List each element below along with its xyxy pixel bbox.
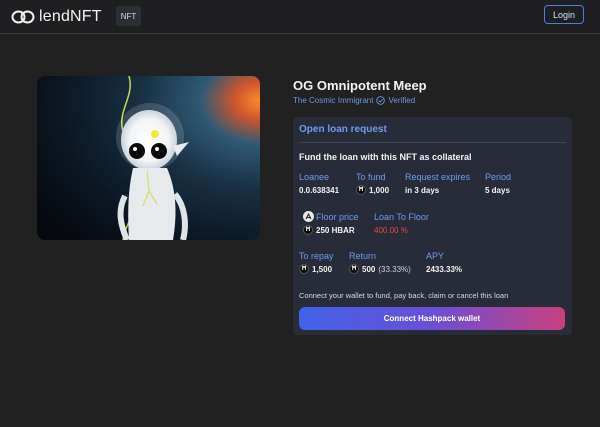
return-percent: (33.33%): [378, 264, 411, 274]
loan-request-panel: Open loan request Fund the loan with thi…: [293, 117, 572, 335]
panel-header: Open loan request: [299, 124, 387, 135]
floor-price-value: Ħ 250 HBAR: [303, 225, 355, 235]
connect-wallet-button[interactable]: Connect Hashpack wallet: [299, 307, 565, 330]
nft-artwork: [37, 76, 260, 240]
to-fund-label: To fund: [356, 172, 386, 182]
logo[interactable]: lendNFT: [11, 6, 102, 28]
verified-label: Verified: [388, 96, 416, 105]
collection-row: The Cosmic Immigrant Verified: [293, 96, 415, 105]
collection-link[interactable]: The Cosmic Immigrant: [293, 96, 373, 105]
hbar-icon: Ħ: [356, 185, 366, 195]
logo-text: lendNFT: [39, 8, 102, 25]
expires-label: Request expires: [405, 172, 471, 182]
floor-price-icon: [303, 211, 314, 222]
period-label: Period: [485, 172, 512, 182]
apy-label: APY: [426, 251, 445, 261]
apy-value: 2433.33%: [426, 265, 463, 274]
loan-to-floor-value: 400.00 %: [374, 226, 408, 235]
loanee-value: 0.0.638341: [299, 186, 340, 195]
to-repay-label: To repay: [299, 251, 334, 261]
nft-nav-badge[interactable]: NFT: [116, 6, 141, 26]
nft-title: OG Omnipotent Meep: [293, 78, 427, 93]
to-repay-value: Ħ 1,500: [299, 264, 332, 274]
return-label: Return: [349, 251, 377, 261]
period-value: 5 days: [485, 186, 510, 195]
login-button[interactable]: Login: [544, 5, 584, 24]
return-value: Ħ 500 (33.33%): [349, 264, 411, 274]
loanee-label: Loanee: [299, 172, 330, 182]
hbar-icon: Ħ: [349, 264, 359, 274]
divider: [299, 142, 566, 143]
top-navbar: lendNFT NFT Login: [0, 0, 600, 34]
loan-to-floor-label: Loan To Floor: [374, 212, 429, 222]
to-fund-value: Ħ 1,000: [356, 185, 389, 195]
floor-price-label: Floor price: [303, 211, 359, 222]
verified-check-icon: [376, 96, 386, 105]
link-logo-icon: [11, 10, 35, 24]
fund-description: Fund the loan with this NFT as collatera…: [299, 152, 472, 162]
hbar-icon: Ħ: [303, 225, 313, 235]
expires-value: in 3 days: [405, 186, 440, 195]
hbar-icon: Ħ: [299, 264, 309, 274]
connect-hint: Connect your wallet to fund, pay back, c…: [299, 291, 509, 300]
